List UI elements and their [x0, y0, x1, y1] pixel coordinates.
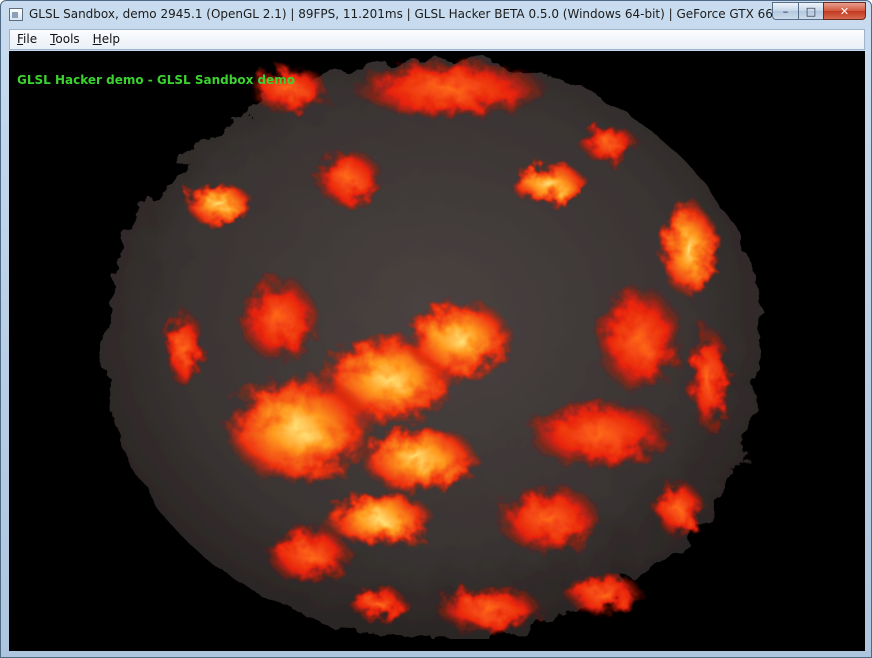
menu-tools[interactable]: Tools: [44, 30, 86, 49]
maximize-icon: □: [805, 4, 817, 18]
render-viewport[interactable]: GLSL Hacker demo - GLSL Sandbox demo: [9, 51, 865, 651]
lava-planet-render: [104, 59, 764, 639]
app-window-icon[interactable]: [9, 8, 23, 21]
menu-help[interactable]: Help: [87, 30, 126, 49]
window-controls: – □ ✕: [772, 2, 866, 21]
window-title: GLSL Sandbox, demo 2945.1 (OpenGL 2.1) |…: [29, 7, 846, 21]
menu-bar: File Tools Help: [9, 29, 865, 50]
title-bar[interactable]: GLSL Sandbox, demo 2945.1 (OpenGL 2.1) |…: [1, 1, 871, 29]
minimize-button[interactable]: –: [772, 2, 798, 20]
demo-overlay-label: GLSL Hacker demo - GLSL Sandbox demo: [17, 73, 295, 87]
close-icon: ✕: [839, 4, 850, 18]
app-window: GLSL Sandbox, demo 2945.1 (OpenGL 2.1) |…: [0, 0, 872, 658]
close-button[interactable]: ✕: [823, 2, 866, 20]
menu-file[interactable]: File: [11, 30, 43, 49]
minimize-icon: –: [782, 4, 789, 18]
maximize-button[interactable]: □: [798, 2, 823, 20]
